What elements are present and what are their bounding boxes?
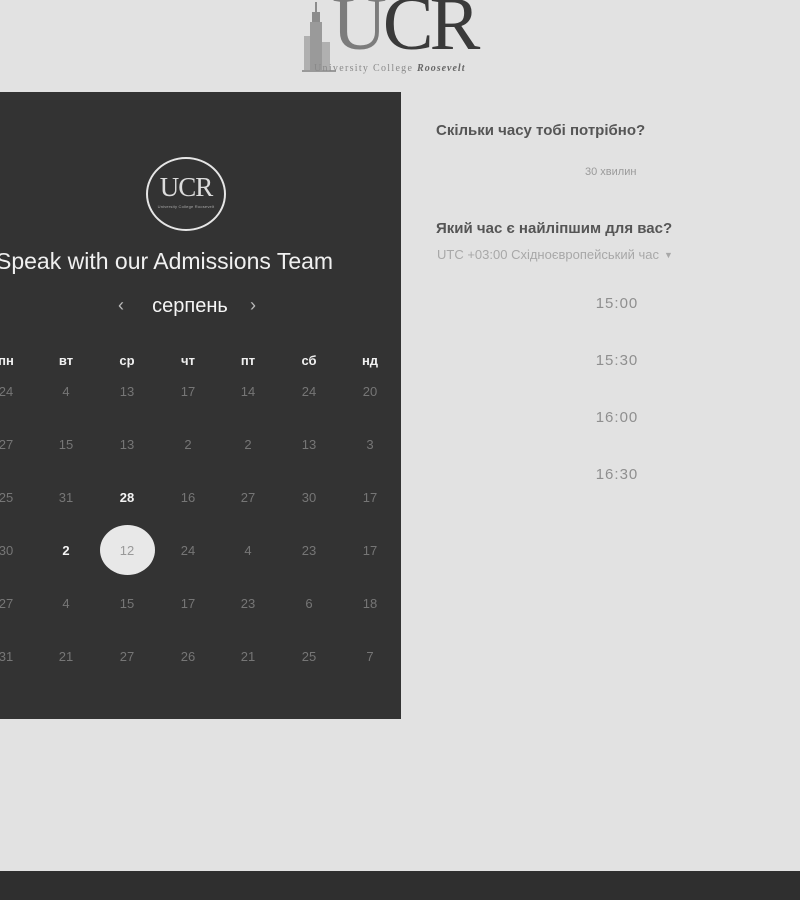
- calendar-week: 25 31 28 16 27 30 17: [0, 490, 401, 510]
- panel-title: Speak with our Admissions Team: [0, 248, 334, 274]
- calendar-day-available[interactable]: 28: [107, 490, 147, 505]
- time-slot-button[interactable]: 15:30: [443, 336, 791, 386]
- calendar-day: 21: [58, 649, 74, 664]
- calendar-day: 17: [180, 596, 196, 611]
- calendar-day: 6: [305, 596, 313, 611]
- calendar-day: 17: [362, 543, 378, 558]
- calendar-day: 4: [244, 543, 252, 558]
- calendar-day: 30: [0, 543, 14, 558]
- calendar-day: 2: [244, 437, 252, 452]
- weekday-header: пн вт ср чт пт сб нд: [0, 353, 401, 373]
- chevron-left-icon[interactable]: ‹: [114, 295, 128, 316]
- badge-subtitle: University College Roosevelt: [157, 204, 215, 209]
- time-slot-button[interactable]: 15:00: [443, 279, 791, 329]
- calendar-day: 18: [362, 596, 378, 611]
- calendar-day: 15: [58, 437, 74, 452]
- calendar-day: 17: [180, 384, 196, 399]
- weekday-label: сб: [301, 353, 317, 368]
- calendar-day: 26: [180, 649, 196, 664]
- calendar-day: 31: [58, 490, 74, 505]
- calendar-day: 13: [119, 437, 135, 452]
- calendar-day-available[interactable]: 2: [46, 543, 86, 558]
- ucr-logo: UCR University College Roosevelt: [302, 0, 502, 80]
- chevron-right-icon[interactable]: ›: [246, 295, 260, 316]
- calendar-day: 7: [366, 649, 374, 664]
- calendar-day: 17: [362, 490, 378, 505]
- calendar-day: 24: [301, 384, 317, 399]
- calendar-day: 27: [240, 490, 256, 505]
- calendar-day: 31: [0, 649, 14, 664]
- calendar-day: 15: [119, 596, 135, 611]
- time-question: Який час є найліпшим для вас?: [436, 220, 673, 237]
- calendar-day: 20: [362, 384, 378, 399]
- weekday-label: вт: [58, 353, 74, 368]
- calendar-day: 24: [180, 543, 196, 558]
- calendar-day: 30: [301, 490, 317, 505]
- calendar-day: 27: [0, 437, 14, 452]
- calendar-week: 27 4 15 17 23 6 18: [0, 596, 401, 616]
- weekday-label: чт: [181, 353, 195, 368]
- calendar-day: 2: [184, 437, 192, 452]
- calendar-day: 21: [240, 649, 256, 664]
- month-label: серпень: [152, 295, 228, 317]
- calendar-day: 25: [301, 649, 317, 664]
- duration-question: Скільки часу тобі потрібно?: [436, 122, 646, 139]
- calendar-week: 31 21 27 26 21 25 7: [0, 649, 401, 669]
- calendar-day: 13: [301, 437, 317, 452]
- calendar-week: 30 2 12 24 4 23 17: [0, 543, 401, 563]
- calendar-day: 4: [62, 384, 70, 399]
- month-navigation: ‹ серпень ›: [0, 293, 380, 321]
- calendar-day-selected[interactable]: 12: [107, 543, 147, 558]
- page-footer: [0, 871, 800, 900]
- time-slot-button[interactable]: 16:00: [443, 393, 791, 443]
- calendar-day: 23: [301, 543, 317, 558]
- logo-subtitle: University College Roosevelt: [314, 63, 466, 74]
- duration-option[interactable]: 30 хвилин: [585, 166, 636, 178]
- calendar-day: 23: [240, 596, 256, 611]
- calendar-day: 27: [0, 596, 14, 611]
- calendar-day: 24: [0, 384, 14, 399]
- calendar-week: 24 4 13 17 14 24 20: [0, 384, 401, 404]
- calendar-day: 4: [62, 596, 70, 611]
- calendar-day: 13: [119, 384, 135, 399]
- calendar-day: 3: [366, 437, 374, 452]
- weekday-label: ср: [119, 353, 135, 368]
- weekday-label: нд: [361, 353, 379, 368]
- badge-text: UCR: [159, 172, 214, 202]
- calendar-day: 27: [119, 649, 135, 664]
- logo-wordmark: UCR: [332, 0, 480, 66]
- caret-down-icon: ▼: [663, 250, 673, 260]
- weekday-label: пн: [0, 353, 14, 368]
- ucr-badge: UCR University College Roosevelt: [146, 157, 226, 231]
- calendar-week: 27 15 13 2 2 13 3: [0, 437, 401, 457]
- timezone-select[interactable]: UTC +03:00 Східноєвропейський час ▼: [437, 247, 673, 262]
- calendar-day: 25: [0, 490, 14, 505]
- calendar-panel: UCR University College Roosevelt Speak w…: [0, 92, 401, 719]
- timezone-label: UTC +03:00 Східноєвропейський час: [437, 247, 659, 262]
- calendar-day: 16: [180, 490, 196, 505]
- calendar-day: 14: [240, 384, 256, 399]
- time-slot-button[interactable]: 16:30: [443, 450, 791, 500]
- weekday-label: пт: [240, 353, 256, 368]
